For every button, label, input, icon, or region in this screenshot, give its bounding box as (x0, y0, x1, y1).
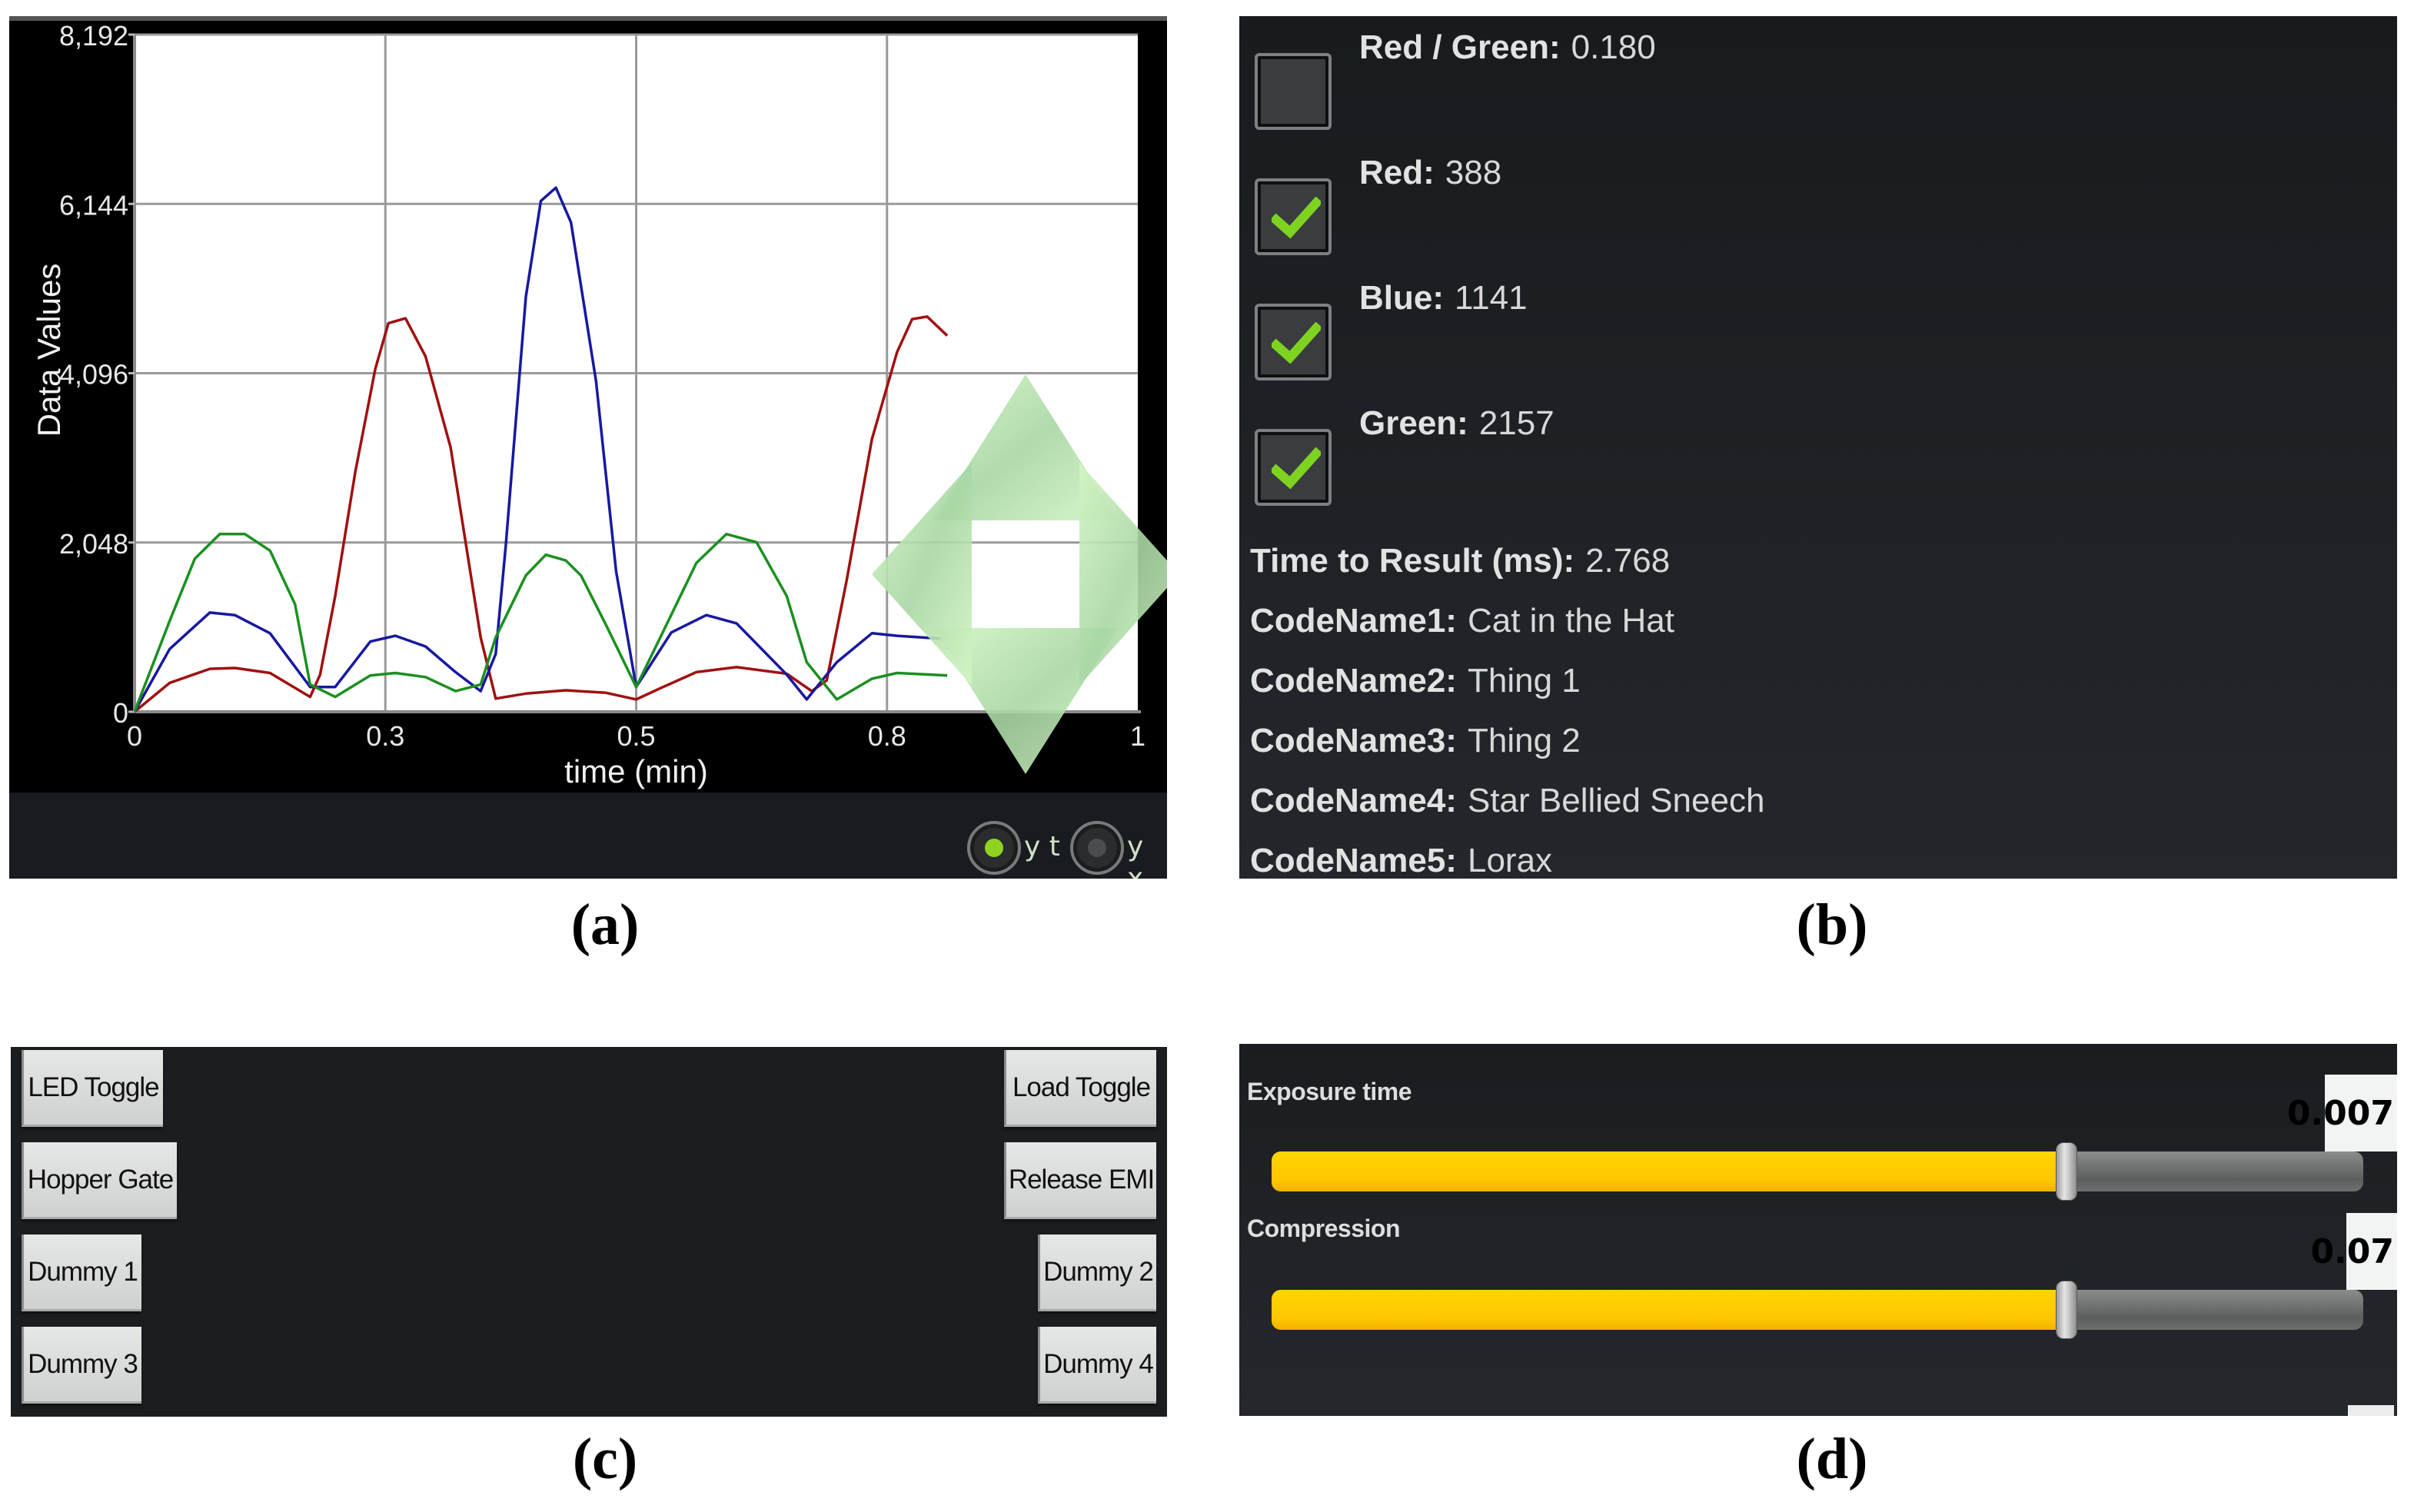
radio-yx[interactable] (1070, 821, 1124, 875)
control-buttons-panel: LED Toggle Hopper Gate Dummy 1 Dummy 3 Load … (11, 1047, 1167, 1417)
x-axis-label: time (min) (564, 753, 708, 789)
button-release-emi[interactable]: Release EMI (1004, 1142, 1156, 1219)
info-value: 2.768 (1585, 542, 1671, 580)
y-tick-label: 6,144 (59, 189, 128, 221)
slider-thumb-1[interactable] (2055, 1281, 2077, 1339)
caption-a: (a) (570, 892, 640, 957)
info-value: Thing 2 (1467, 722, 1581, 759)
info-value: Cat in the Hat (1467, 602, 1674, 640)
checkbox-0[interactable] (1255, 53, 1332, 130)
y-axis-label: Data Values (31, 264, 67, 437)
button-dummy-2[interactable]: Dummy 2 (1038, 1235, 1156, 1311)
slider-thumb-0[interactable] (2055, 1142, 2077, 1201)
y-tick-label: 4,096 (59, 359, 128, 390)
x-tick-label: 0.5 (617, 720, 655, 752)
metric-name: Red: (1359, 154, 1435, 191)
slider-label-0: Exposure time (1247, 1078, 1412, 1105)
radio-label-yt: y t (1024, 831, 1060, 862)
checkbox-row-label-2: Blue: 1141 (1359, 279, 1528, 317)
info-row-4: CodeName4: Star Bellied Sneech (1250, 782, 1764, 820)
checkbox-row-label-1: Red: 388 (1359, 154, 1501, 192)
info-value: Thing 1 (1467, 662, 1581, 700)
button-hopper-gate[interactable]: Hopper Gate (22, 1142, 177, 1219)
info-label: CodeName1: (1250, 602, 1457, 640)
button-dummy-4[interactable]: Dummy 4 (1038, 1327, 1156, 1404)
checkmark-icon (1272, 447, 1321, 490)
info-label: CodeName3: (1250, 722, 1457, 759)
metric-name: Red / Green: (1359, 28, 1561, 66)
metric-name: Blue: (1359, 279, 1444, 317)
x-tick-label: 0.3 (366, 720, 404, 752)
radio-dot-yx (1088, 839, 1106, 857)
radio-yt[interactable] (967, 821, 1021, 875)
info-row-3: CodeName3: Thing 2 (1250, 722, 1581, 760)
checkmark-icon (1272, 197, 1321, 239)
y-tick-label: 8,192 (59, 20, 128, 52)
info-value: Star Bellied Sneech (1467, 782, 1765, 819)
button-load-toggle[interactable]: Load Toggle (1004, 1050, 1156, 1127)
slider-label-1: Compression (1247, 1215, 1400, 1242)
info-value: Lorax (1467, 842, 1553, 879)
info-label: CodeName2: (1250, 662, 1457, 700)
info-row-5: CodeName5: Lorax (1250, 842, 1552, 879)
caption-c: (c) (572, 1427, 638, 1491)
slider-value-field-0[interactable]: 0.007 (2287, 1075, 2397, 1151)
caption-d: (d) (1796, 1427, 1868, 1491)
slider-track-0[interactable] (1272, 1142, 2363, 1201)
radio-dot-yt (985, 839, 1003, 857)
checkbox-row-label-3: Green: 2157 (1359, 404, 1554, 443)
x-tick-label: 0 (127, 720, 142, 752)
info-row-1: CodeName1: Cat in the Hat (1250, 602, 1674, 640)
info-row-2: CodeName2: Thing 1 (1250, 662, 1581, 700)
y-tick-label: 2,048 (59, 528, 128, 560)
info-row-0: Time to Result (ms): 2.768 (1250, 542, 1670, 580)
caption-b: (b) (1796, 892, 1868, 957)
metric-value: 0.180 (1571, 28, 1656, 66)
checkbox-1[interactable] (1255, 178, 1332, 255)
checkbox-3[interactable] (1255, 429, 1332, 506)
metric-value: 388 (1445, 154, 1502, 191)
results-panel: Red / Green: 0.180 Red: 388 Blue: 1141 Green: 2… (1239, 16, 2397, 879)
checkbox-2[interactable] (1255, 304, 1332, 380)
chart-panel: 0 2,048 4,096 6,144 8,192 0 0.3 0.5 0.8 1 time (mi… (9, 16, 1167, 879)
checkbox-row-label-0: Red / Green: 0.180 (1359, 28, 1656, 67)
settings-panel: Exposure time 0.007 Compression 0.07 (1239, 1044, 2397, 1416)
metric-name: Green: (1359, 404, 1468, 442)
button-led-toggle[interactable]: LED Toggle (22, 1050, 163, 1127)
slider-fill-1 (1272, 1290, 2067, 1330)
metric-value: 2157 (1478, 404, 1554, 442)
info-label: CodeName4: (1250, 782, 1457, 819)
cutoff-value-box (2348, 1405, 2394, 1416)
info-label: CodeName5: (1250, 842, 1457, 879)
x-tick-label: 0.8 (868, 720, 906, 752)
slider-fill-0 (1272, 1151, 2067, 1191)
line-chart[interactable]: 02,0484,0966,1448,1920 0.3 0.5 0.8 1time (mi… (9, 16, 1167, 793)
slider-value-field-1[interactable]: 0.07 (2310, 1213, 2397, 1290)
slider-track-1[interactable] (1272, 1281, 2363, 1339)
button-dummy-1[interactable]: Dummy 1 (22, 1235, 141, 1311)
x-tick-label: 1 (1130, 720, 1145, 752)
metric-value: 1141 (1455, 279, 1528, 317)
radio-label-yx: y x (1127, 831, 1144, 879)
button-dummy-3[interactable]: Dummy 3 (22, 1327, 141, 1404)
checkmark-icon (1272, 322, 1321, 364)
info-label: Time to Result (ms): (1250, 542, 1575, 580)
